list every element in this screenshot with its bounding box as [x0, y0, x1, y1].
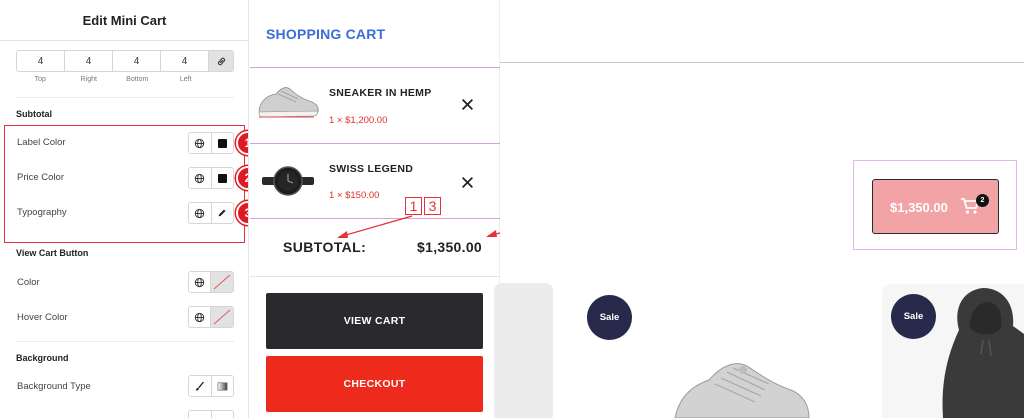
link-icon — [217, 57, 225, 65]
dimension-left-input[interactable]: 4 — [161, 51, 209, 71]
brush-icon — [196, 381, 205, 391]
section-title-subtotal: Subtotal — [16, 109, 52, 119]
control-button[interactable] — [189, 411, 211, 418]
remove-item-button[interactable] — [461, 175, 474, 192]
hoodie-product-image — [942, 288, 1024, 418]
sneaker-image — [258, 87, 319, 118]
view-cart-color-control — [188, 271, 234, 293]
dimension-right-input[interactable]: 4 — [65, 51, 113, 71]
sneaker-product-image — [674, 363, 810, 418]
watch-image — [262, 166, 314, 196]
editor-panel: Edit Mini Cart 4 4 4 4 Top Right Bottom … — [0, 0, 249, 418]
divider — [250, 67, 500, 68]
remove-item-button[interactable] — [461, 97, 474, 114]
cart-item-name[interactable]: SNEAKER IN HEMP — [329, 87, 432, 99]
global-colors-button[interactable] — [189, 272, 210, 292]
link-values-button[interactable] — [209, 51, 233, 71]
next-control-group — [188, 410, 234, 418]
color-label: Color — [17, 277, 40, 288]
cart-item-price: 1 × $150.00 — [329, 190, 380, 201]
close-icon — [462, 177, 473, 188]
highlight-box — [4, 125, 245, 243]
section-title-view-cart-button: View Cart Button — [16, 248, 89, 258]
product-card[interactable] — [494, 283, 553, 418]
cart-title: SHOPPING CART — [266, 26, 386, 42]
checkout-button[interactable]: CHECKOUT — [266, 356, 483, 412]
dimension-label-top: Top — [34, 76, 46, 83]
view-cart-button[interactable]: VIEW CART — [266, 293, 483, 349]
dimension-label-right: Right — [80, 76, 97, 83]
gradient-icon — [217, 382, 228, 390]
divider — [500, 62, 1024, 63]
cart-drawer: SHOPPING CART SNEAKER IN HEMP 1 × $1,200… — [250, 0, 579, 418]
divider — [250, 276, 500, 277]
mini-cart-button[interactable]: $1,350.00 2 — [872, 179, 999, 234]
background-gradient-button[interactable] — [210, 376, 234, 396]
divider — [0, 40, 248, 41]
dimension-top-input[interactable]: 4 — [17, 51, 65, 71]
cart-item-name[interactable]: SWISS LEGEND — [329, 163, 413, 175]
no-color-icon — [211, 307, 233, 327]
cart-item-price: 1 × $1,200.00 — [329, 115, 388, 126]
globe-icon — [194, 277, 205, 287]
divider — [16, 341, 234, 342]
close-icon — [462, 99, 473, 110]
dimension-label-left: Left — [179, 76, 192, 83]
divider — [16, 97, 234, 98]
storefront: $1,350.00 2 Sale Sale — [494, 0, 1024, 418]
globe-icon — [194, 312, 205, 322]
background-type-label: Background Type — [17, 381, 91, 392]
divider — [250, 143, 500, 144]
editor-title: Edit Mini Cart — [82, 13, 167, 28]
sale-badge: Sale — [587, 295, 632, 340]
dimension-labels: Top Right Bottom Left — [16, 76, 210, 83]
no-color-icon — [211, 272, 233, 292]
subtotal-value: $1,350.00 — [417, 239, 482, 255]
divider — [250, 218, 500, 219]
view-cart-color-swatch[interactable] — [210, 272, 233, 292]
annotation-label-3: 3 — [424, 197, 441, 215]
dimension-label-bottom: Bottom — [126, 76, 149, 83]
annotation-label-1: 1 — [405, 197, 422, 215]
control-button[interactable] — [210, 411, 234, 418]
dimensions-control: 4 4 4 4 — [16, 50, 234, 72]
section-title-background: Background — [16, 353, 69, 363]
hover-color-label: Hover Color — [17, 312, 68, 323]
background-type-control — [188, 375, 234, 397]
mini-cart-total: $1,350.00 — [890, 200, 948, 215]
cart-count-badge: 2 — [976, 194, 989, 207]
dimension-bottom-input[interactable]: 4 — [113, 51, 161, 71]
global-colors-button[interactable] — [189, 307, 210, 327]
subtotal-label: SUBTOTAL: — [283, 239, 367, 255]
background-classic-button[interactable] — [189, 376, 211, 396]
view-cart-hover-color-control — [188, 306, 234, 328]
view-cart-hover-color-swatch[interactable] — [210, 307, 233, 327]
